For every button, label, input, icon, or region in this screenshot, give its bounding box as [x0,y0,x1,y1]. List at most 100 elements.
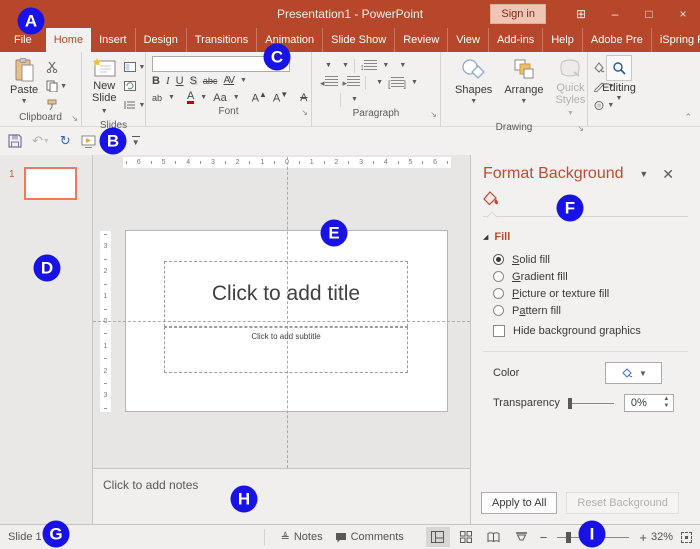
transparency-label: Transparency [493,397,560,409]
customize-qat-icon[interactable]: ▼ [132,136,140,147]
ribbon-display-options-icon[interactable]: ⊞ [564,0,598,28]
reset-button[interactable] [124,79,145,93]
save-icon[interactable] [8,134,22,148]
fill-option-gradient-fill[interactable]: Gradient fill [493,268,688,285]
zoom-level[interactable]: 32% [651,531,673,543]
clipboard-dialog-launcher-icon[interactable]: ↘ [71,114,78,123]
drawing-dialog-launcher-icon[interactable]: ↘ [577,124,584,133]
tab-adobe-pre[interactable]: Adobe Pre [582,28,651,52]
ruler-number: 3 [211,159,215,166]
pane-close-icon[interactable]: ✕ [662,166,674,183]
subtitle-placeholder[interactable]: Click to add subtitle [164,327,408,373]
character-spacing-button[interactable]: AV [223,75,234,86]
ruler-number: 2 [334,159,338,166]
close-button[interactable]: × [666,0,700,28]
tab-design[interactable]: Design [135,28,186,52]
title-bar: Presentation1 - PowerPoint Sign in ⊞ – □… [0,0,700,28]
bold-button[interactable]: B [152,75,160,87]
fill-bucket-tab-icon[interactable] [483,191,688,208]
slide-sorter-view-button[interactable] [454,527,478,547]
shrink-font-button[interactable]: A▼ [273,90,288,105]
sign-in-button[interactable]: Sign in [490,4,546,24]
fill-option-pattern-fill[interactable]: Pattern fill [493,302,688,319]
increase-indent-button[interactable]: ▸ [343,76,361,89]
ruler-number: 2 [104,268,108,275]
normal-view-button[interactable] [426,527,450,547]
maximize-button[interactable]: □ [632,0,666,28]
transparency-slider[interactable] [568,403,614,404]
spinner-down-icon[interactable]: ▼ [663,403,669,410]
notes-toggle-button[interactable]: ≜ Notes [275,531,329,544]
annotation-c: C [264,44,291,71]
zoom-slider-handle[interactable] [566,532,571,543]
chevron-down-icon[interactable]: ▼ [240,77,247,84]
fill-option-picture-or-texture-fill[interactable]: Picture or texture fill [493,285,688,302]
line-spacing-button[interactable]: ↕ [360,60,378,72]
font-dialog-launcher-icon[interactable]: ↘ [301,108,308,117]
decrease-indent-button[interactable]: ◂ [320,76,338,89]
arrange-button[interactable]: Arrange ▼ [500,56,547,122]
shapes-button[interactable]: Shapes ▼ [451,56,496,122]
change-case-button[interactable]: Aa [213,92,226,104]
tab-add-ins[interactable]: Add-ins [488,28,542,52]
align-text-button[interactable]: [] [388,77,406,89]
tab-slide-show[interactable]: Slide Show [322,28,394,52]
fit-slide-to-window-icon[interactable] [681,532,692,543]
spinner-up-icon[interactable]: ▲ [663,396,669,403]
comments-button[interactable]: Comments [329,531,410,543]
slide-thumbnail[interactable] [24,167,77,200]
zoom-in-button[interactable]: + [635,530,651,545]
copy-button[interactable]: ▼ [46,79,67,93]
annotation-b: B [100,128,127,155]
new-slide-button[interactable]: NewSlide ▼ [88,56,120,120]
layout-button[interactable]: ▼ [124,60,145,74]
minimize-button[interactable]: – [598,0,632,28]
paste-button[interactable]: Paste ▼ [6,56,42,112]
strikethrough-button[interactable]: abc [203,76,218,86]
grow-font-button[interactable]: A▲ [252,90,267,105]
color-picker-button[interactable]: ▼ [605,362,662,384]
italic-button[interactable]: I [166,75,170,87]
format-painter-button[interactable] [46,98,67,112]
hide-background-graphics-checkbox[interactable]: Hide background graphics [493,321,688,341]
section-button[interactable]: ▼ [124,98,145,112]
slide-number: 1 [9,169,15,180]
text-shadow-button[interactable]: S [190,75,197,87]
collapse-ribbon-icon[interactable]: ⌃ [684,112,692,123]
highlight-button[interactable]: ab [152,93,162,103]
reading-view-button[interactable] [482,527,506,547]
slide-show-button[interactable] [510,527,534,547]
start-from-beginning-icon[interactable] [81,135,96,148]
transparency-spinner[interactable]: 0% ▲▼ [624,394,674,412]
notes-pane[interactable]: Click to add notes [93,468,470,524]
redo-icon[interactable]: ↻ [60,133,71,149]
fill-section-header[interactable]: ◢ Fill [483,231,688,243]
tab-insert[interactable]: Insert [91,28,135,52]
fill-option-solid-fill[interactable]: Solid fill [493,251,688,268]
cut-button[interactable] [46,60,67,74]
tab-transitions[interactable]: Transitions [186,28,256,52]
radio-icon [493,288,504,299]
title-placeholder[interactable]: Click to add title [164,261,408,327]
radio-icon [493,254,504,265]
tab-help[interactable]: Help [542,28,582,52]
slide-canvas: 6543210123456 3210123 Click to add title… [93,155,470,524]
clear-formatting-button[interactable]: A [300,92,307,104]
editing-button[interactable]: Editing ▼ [588,52,650,105]
powerpoint-window: Presentation1 - PowerPoint Sign in ⊞ – □… [0,0,700,549]
zoom-out-button[interactable]: − [536,530,552,545]
apply-to-all-button[interactable]: Apply to All [481,492,557,514]
notes-icon: ≜ [281,531,290,544]
font-color-button[interactable]: A [187,91,194,104]
underline-button[interactable]: U [176,75,184,87]
tab-ispring-pro[interactable]: iSpring Pro [651,28,700,52]
chevron-down-icon: ▼ [21,98,28,105]
pane-options-chevron-icon[interactable]: ▼ [639,169,648,179]
paragraph-dialog-launcher-icon[interactable]: ↘ [430,110,437,119]
tab-review[interactable]: Review [394,28,447,52]
tab-view[interactable]: View [447,28,488,52]
quick-styles-button: QuickStyles ▼ [551,56,589,122]
shapes-icon [460,58,488,82]
ruler-number: 1 [104,343,108,350]
tab-home[interactable]: Home [46,28,91,52]
